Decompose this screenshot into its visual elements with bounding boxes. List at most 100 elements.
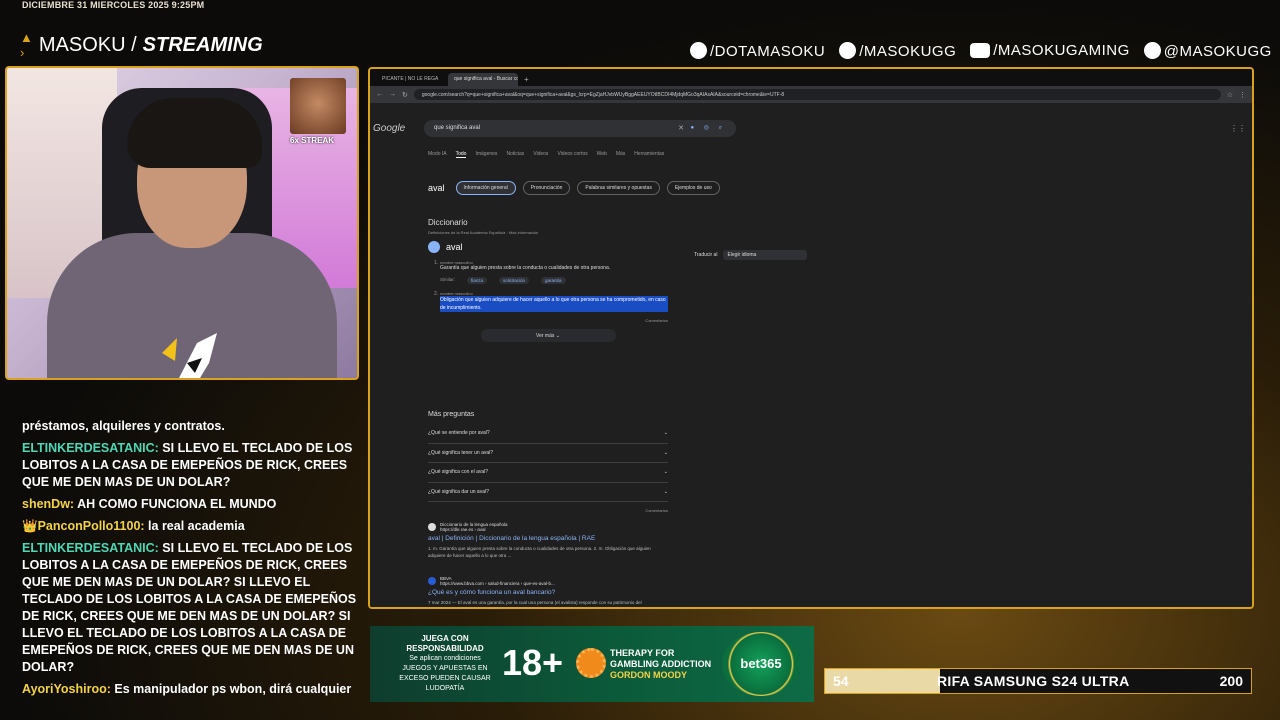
search-result: BBVA https://www.bbva.com › salud-financi…: [428, 576, 668, 607]
tab-videos[interactable]: Videos: [533, 151, 548, 158]
crown-icon: 👑: [22, 519, 38, 533]
browser-tab-active[interactable]: que significa aval - Buscar con: [448, 73, 518, 86]
chip-ejemplos[interactable]: Ejemplos de uso: [666, 181, 720, 195]
chip-informacion-general[interactable]: Información general: [455, 181, 516, 195]
stream-overlay: DICIEMBRE 31 MIERCOLES 2025 9:25PM ▲ › MA…: [0, 0, 1280, 720]
tab-mas[interactable]: Más: [616, 151, 625, 158]
raffle-progress-bar: 54 RIFA SAMSUNG S24 ULTRA 200: [824, 668, 1252, 694]
translate-row: Traducir al Elegir idioma: [694, 250, 808, 260]
reload-icon[interactable]: ↻: [402, 91, 408, 99]
datetime: DICIEMBRE 31 MIERCOLES 2025 9:25PM: [22, 0, 205, 10]
similar-words: Similar: fianza solicitación garantía: [440, 277, 668, 284]
instagram-icon: [839, 42, 857, 59]
menu-icon[interactable]: ⋮: [1239, 91, 1246, 99]
comments-link[interactable]: Comentarios: [428, 508, 668, 513]
streak-emote: [290, 78, 346, 134]
ver-mas-button[interactable]: Ver más ⌄: [480, 329, 616, 342]
voice-lens-search-icons[interactable]: ● ◎ ⌕: [690, 124, 726, 132]
similar-chip[interactable]: solicitación: [499, 277, 530, 284]
social-youtube: /MASOKUGAMING: [970, 42, 1130, 60]
social-handles: /DOTAMASOKU /MASOKUGG /MASOKUGAMING @MAS…: [690, 42, 1272, 60]
url-input[interactable]: google.com/search?q=que+significa+aval&o…: [413, 89, 1221, 100]
tab-noticias[interactable]: Noticias: [506, 151, 524, 158]
bookmark-star-icon[interactable]: ☆: [1227, 91, 1233, 99]
tab-modo-ia[interactable]: Modo IA: [428, 151, 447, 158]
similar-chip[interactable]: garantía: [541, 277, 566, 284]
wolf-logo-icon: [162, 333, 217, 378]
chevron-down-icon: ⌄: [663, 469, 668, 475]
paa-question[interactable]: ¿Qué significa tener un aval? ⌄: [428, 444, 668, 463]
paa-title: Más preguntas: [428, 411, 475, 418]
comments-link[interactable]: Comentarios: [428, 318, 668, 323]
tab-bar: PICANTE | NO LE REGA que significa aval …: [370, 69, 1252, 86]
raffle-goal: 200: [1219, 673, 1243, 689]
chevron-down-icon: ⌄: [663, 449, 668, 456]
search-tabs: Modo IA Todo Imágenes Noticias Videos Vi…: [428, 151, 664, 158]
tab-herramientas[interactable]: Herramientas: [634, 151, 664, 158]
chip-palabras-similares[interactable]: Palabras similares y opuestas: [577, 181, 660, 195]
search-input[interactable]: que significa aval ✕ ● ◎ ⌕: [424, 120, 736, 137]
gordon-moody-logo-icon: [576, 648, 606, 678]
new-tab-button[interactable]: +: [520, 73, 533, 86]
result-title-link[interactable]: aval | Definición | Diccionario de la le…: [428, 535, 668, 542]
topic-header: aval Información general Pronunciación P…: [428, 181, 720, 195]
google-logo[interactable]: Google: [373, 123, 405, 134]
dictionary-word: aval: [446, 242, 463, 252]
facebook-icon: [690, 42, 707, 59]
tab-web[interactable]: Web: [597, 151, 607, 158]
chat-message: ELTINKERDESATANIC: SI LLEVO EL TECLADO D…: [22, 541, 357, 674]
chip-pronunciacion[interactable]: Pronunciación: [522, 181, 571, 195]
speaker-icon[interactable]: [428, 241, 440, 253]
raffle-current: 54: [833, 673, 849, 689]
dictionary-source[interactable]: Definiciones de la Real Academia Español…: [428, 230, 668, 235]
topic-word: aval: [428, 183, 445, 193]
social-tiktok: @MASOKUGG: [1143, 42, 1272, 60]
chat-panel: préstamos, alquileres y contratos. ELTIN…: [22, 418, 358, 696]
apps-grid-icon[interactable]: ⋮⋮: [1230, 124, 1246, 133]
webcam-feed: 6x STREAK: [5, 66, 359, 380]
search-result: Diccionario de la lengua española https:/…: [428, 522, 668, 559]
chevron-down-icon: ⌄: [663, 430, 668, 436]
social-instagram: /MASOKUGG: [839, 42, 956, 60]
brand-bold: STREAMING: [142, 33, 263, 56]
favicon-icon: [428, 577, 436, 585]
browser-tab[interactable]: PICANTE | NO LE REGA: [376, 73, 446, 86]
tiktok-icon: [1143, 42, 1161, 59]
paa-question[interactable]: ¿Qué significa con el aval? ⌄: [428, 463, 668, 483]
google-results-page: Google que significa aval ✕ ● ◎ ⌕ ⋮⋮ Mod…: [370, 103, 1252, 607]
favicon-icon: [428, 523, 436, 531]
paa-question[interactable]: ¿Qué significa dar un aval? ⌄: [428, 483, 668, 502]
result-snippet: 7 mar 2024 — El aval es una garantía, po…: [428, 600, 642, 605]
sponsor-banner[interactable]: JUEGA CON RESPONSABILIDAD Se aplican con…: [370, 626, 814, 702]
brand-regular: MASOKU /: [38, 33, 137, 56]
tab-videos-cortos[interactable]: Videos cortos: [557, 151, 587, 158]
result-snippet: 1. m. Garantía que alguien presta sobre …: [428, 546, 651, 558]
language-select[interactable]: Elegir idioma: [723, 250, 808, 260]
clear-icon[interactable]: ✕: [678, 124, 684, 132]
result-title-link[interactable]: ¿Qué es y cómo funciona un aval bancario…: [428, 589, 668, 596]
chat-username: shenDw:: [22, 497, 75, 511]
dictionary-word-row: aval: [428, 241, 668, 253]
similar-chip[interactable]: fianza: [467, 277, 488, 284]
responsible-gaming-text: JUEGA CON RESPONSABILIDAD Se aplican con…: [399, 634, 491, 692]
back-icon[interactable]: ←: [376, 91, 383, 98]
paa-question[interactable]: ¿Qué se entiende por aval? ⌄: [428, 424, 668, 444]
chat-message: 👑PanconPollo1100: la real academia: [22, 519, 245, 533]
chat-username: PanconPollo1100:: [37, 519, 145, 533]
chevron-down-icon: ⌄: [663, 488, 668, 495]
selected-text[interactable]: Obligación que alguien adquiere de hacer…: [440, 296, 668, 312]
social-facebook: /DOTAMASOKU: [690, 42, 825, 60]
dictionary-card: Diccionario Definiciones de la Real Acad…: [428, 218, 668, 342]
raffle-title: RIFA SAMSUNG S24 ULTRA: [937, 673, 1130, 689]
chat-username: ELTINKERDESATANIC:: [22, 541, 159, 555]
chat-message: ELTINKERDESATANIC: SI LLEVO EL TECLADO D…: [22, 441, 353, 489]
forward-icon[interactable]: →: [389, 91, 396, 98]
definition-1: 1. nombre masculino Garantía que alguien…: [434, 260, 611, 271]
youtube-icon: [970, 43, 991, 58]
tab-todo[interactable]: Todo: [455, 151, 467, 158]
tab-imagenes[interactable]: Imágenes: [475, 151, 497, 158]
chat-message: shenDw: AH COMO FUNCIONA EL MUNDO: [22, 497, 277, 511]
chevron-icon: ▲ ›: [20, 30, 33, 60]
address-bar-row: ← → ↻ google.com/search?q=que+significa+…: [370, 86, 1252, 103]
therapy-text: THERAPY FOR GAMBLING ADDICTION GORDON MO…: [610, 648, 712, 680]
